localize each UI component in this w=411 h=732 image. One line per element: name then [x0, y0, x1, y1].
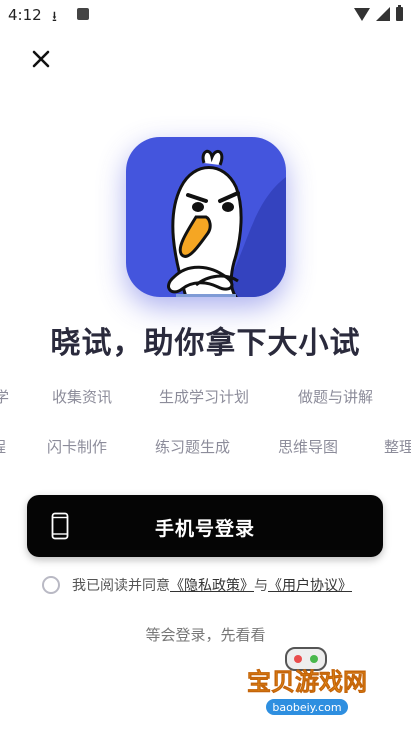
feature-tag: 整理 [384, 438, 411, 456]
battery-icon [396, 5, 403, 21]
close-button[interactable] [28, 46, 54, 72]
watermark-title: 宝贝游戏网 [247, 668, 367, 696]
signal-icon [376, 7, 390, 21]
user-agreement-link[interactable]: 《用户协议》 [268, 575, 352, 595]
agreement-text: 我已阅读并同意 [72, 578, 170, 594]
wifi-icon [354, 7, 370, 21]
feature-tag: 思维导图 [278, 438, 339, 456]
feature-tag: 练习题生成 [155, 438, 231, 456]
status-time: 4:12 [8, 6, 42, 24]
agreement-checkbox[interactable] [42, 576, 60, 594]
download-icon: ⭳ [52, 9, 57, 25]
site-watermark: 宝贝游戏网 baobeiy.com [228, 642, 386, 728]
phone-login-label: 手机号登录 [154, 518, 255, 540]
feature-row-1: 学 收集资讯 生成学习计划 做题与讲解 [0, 386, 411, 410]
feature-tag: 学 [0, 388, 10, 406]
agreement-connector: 与 [254, 578, 268, 594]
feature-tag: 收集资讯 [52, 388, 113, 406]
status-bar: 4:12 ⭳ [0, 0, 411, 30]
goose-mascot-logo [126, 137, 286, 297]
status-icons [354, 5, 403, 21]
agreement-row: 我已阅读并同意 《隐私政策》 与 《用户协议》 [42, 574, 352, 596]
feature-tag: 闪卡制作 [47, 438, 108, 456]
app-notification-icon [77, 8, 89, 20]
feature-tag: 生成学习计划 [159, 388, 250, 406]
close-icon [32, 50, 50, 68]
feature-tag: 程 [0, 436, 6, 457]
phone-login-button[interactable]: 手机号登录 [27, 495, 383, 557]
headline: 晓试，助你拿下大小试 [50, 326, 361, 361]
feature-tag: 做题与讲解 [298, 388, 374, 406]
watermark-url: baobeiy.com [272, 701, 341, 714]
privacy-policy-link[interactable]: 《隐私政策》 [170, 575, 254, 595]
feature-row-2: 程 闪卡制作 练习题生成 思维导图 整理 [0, 436, 411, 460]
